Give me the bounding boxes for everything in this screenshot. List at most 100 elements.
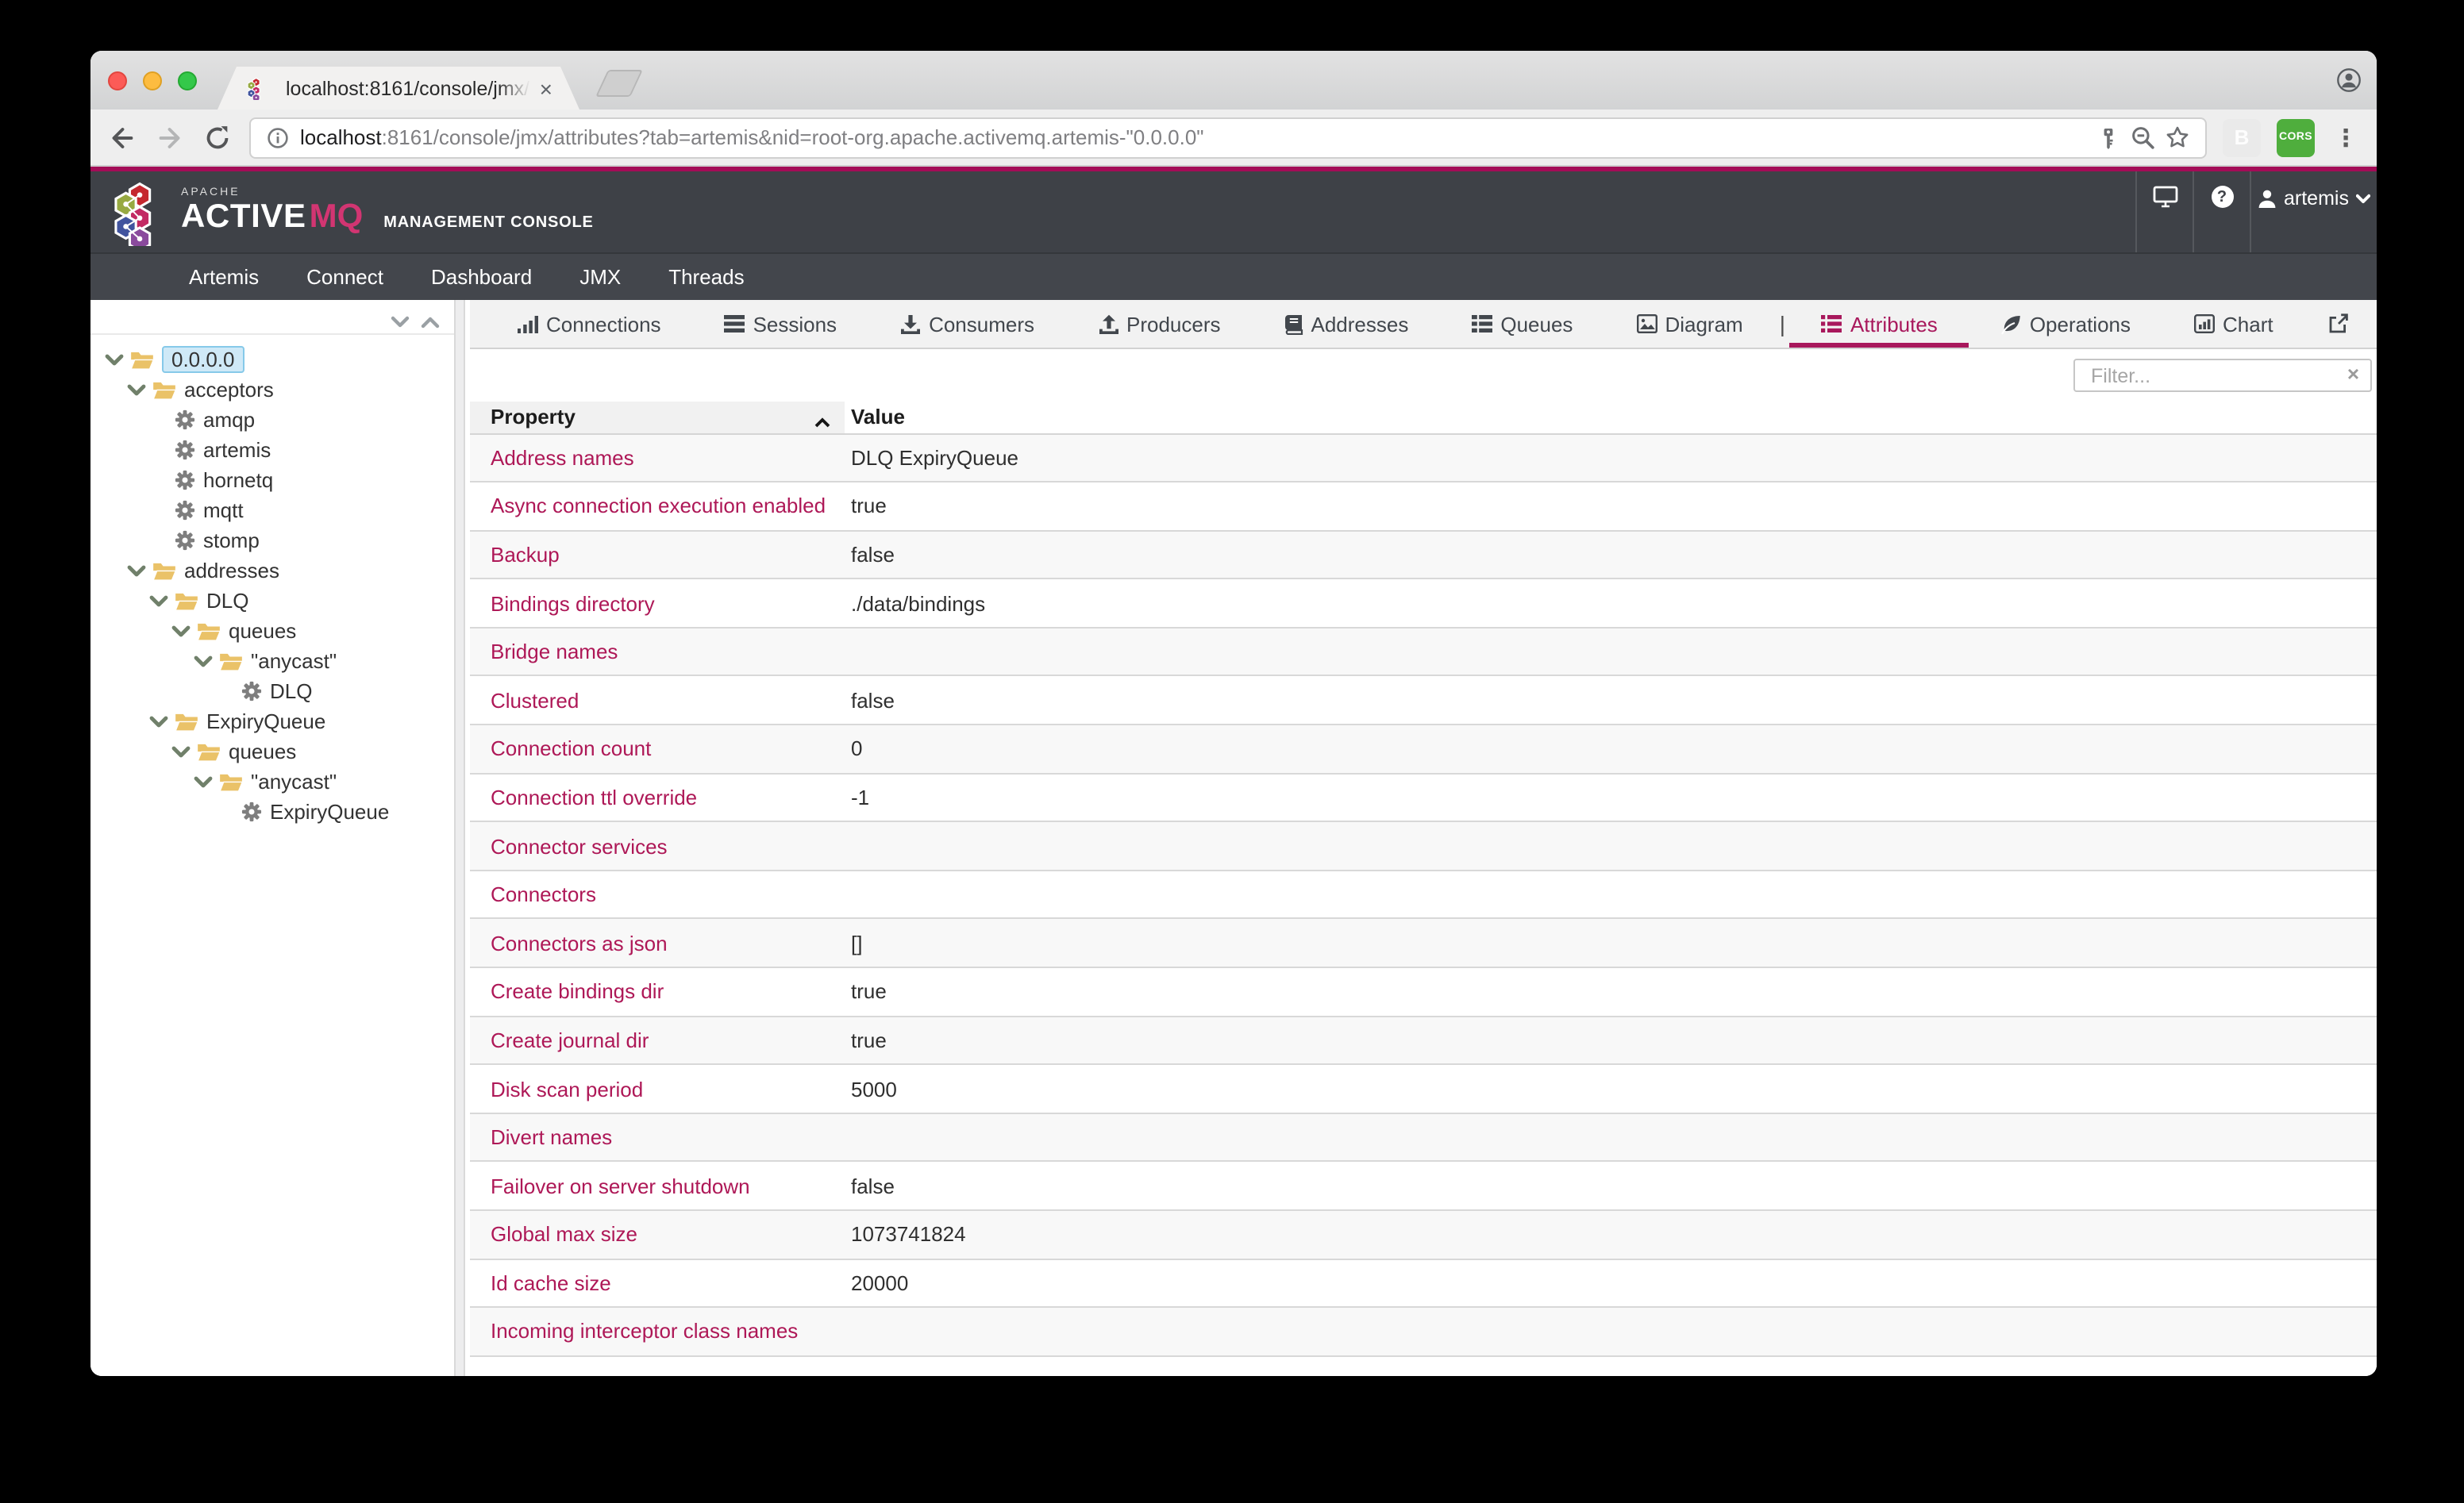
tree-chevron-icon[interactable] (171, 625, 191, 637)
tree-label[interactable]: mqtt (203, 498, 244, 522)
tree-scrollbar[interactable] (454, 300, 465, 1376)
tree-item-amqp[interactable]: amqp (90, 405, 454, 435)
property-link[interactable]: Connectors (470, 871, 845, 919)
new-tab-button[interactable] (595, 70, 643, 97)
tree-label[interactable]: DLQ (270, 679, 312, 703)
tree-label[interactable]: amqp (203, 408, 255, 432)
tree-chevron-icon[interactable] (127, 383, 146, 396)
tree-item-expiryqueue-queue[interactable]: ExpiryQueue (90, 797, 454, 827)
nav-item-threads[interactable]: Threads (645, 265, 768, 289)
property-link[interactable]: Async connection execution enabled (470, 482, 845, 530)
filter-clear-icon[interactable]: × (2347, 362, 2359, 386)
tree-label[interactable]: DLQ (206, 589, 248, 613)
tab-attributes[interactable]: Attributes (1790, 300, 1969, 348)
tab-consumers[interactable]: Consumers (868, 300, 1066, 348)
tab-sessions[interactable]: Sessions (693, 300, 869, 348)
minimize-window-button[interactable] (143, 71, 162, 90)
property-link[interactable]: Connectors as json (470, 919, 845, 967)
nav-item-connect[interactable]: Connect (283, 265, 407, 289)
tree-chevron-icon[interactable] (127, 564, 146, 577)
property-link[interactable]: Divert names (470, 1113, 845, 1162)
property-link[interactable]: Create bindings dir (470, 967, 845, 1016)
tree-label[interactable]: addresses (184, 559, 279, 582)
property-link[interactable]: Bindings directory (470, 579, 845, 628)
profile-icon[interactable] (2334, 65, 2362, 94)
nav-item-dashboard[interactable]: Dashboard (407, 265, 556, 289)
property-link[interactable]: Connection ttl override (470, 773, 845, 821)
tab-operations[interactable]: Operations (1969, 300, 2162, 348)
expand-all-button[interactable] (391, 308, 410, 336)
tree-label[interactable]: queues (229, 740, 296, 763)
tree-label[interactable]: "anycast" (251, 770, 337, 794)
tree-item-expiryqueue-address[interactable]: ExpiryQueue (90, 706, 454, 736)
tree-label[interactable]: acceptors (184, 378, 274, 402)
password-key-icon[interactable] (2097, 126, 2119, 148)
back-button[interactable] (106, 121, 138, 153)
property-link[interactable]: Incoming interceptor class names (470, 1307, 845, 1355)
property-link[interactable]: Global max size (470, 1210, 845, 1259)
info-icon[interactable] (267, 126, 289, 148)
tree-item-stomp[interactable]: stomp (90, 525, 454, 555)
tree-item-dlq-address[interactable]: DLQ (90, 586, 454, 616)
tree-item-0-0-0-0[interactable]: 0.0.0.0 (90, 344, 454, 375)
tab-close-icon[interactable]: × (540, 77, 552, 99)
tree-item-dlq-queue[interactable]: DLQ (90, 676, 454, 706)
tree-item-dlq-anycast[interactable]: "anycast" (90, 646, 454, 676)
tree-item-expiry-queues[interactable]: queues (90, 736, 454, 767)
tree-item-dlq-queues[interactable]: queues (90, 616, 454, 646)
tree-chevron-icon[interactable] (105, 353, 124, 366)
property-link[interactable]: Connection count (470, 725, 845, 773)
console-monitor-button[interactable] (2135, 171, 2193, 252)
tree-label[interactable]: stomp (203, 529, 260, 552)
tab-addresses[interactable]: Addresses (1253, 300, 1441, 348)
address-bar[interactable]: localhost:8161/console/jmx/attributes?ta… (249, 117, 2207, 158)
property-link[interactable]: Address names (470, 433, 845, 482)
tab-producers[interactable]: Producers (1066, 300, 1253, 348)
tab-queues[interactable]: Queues (1440, 300, 1604, 348)
tab-diagram[interactable]: Diagram (1604, 300, 1774, 348)
property-link[interactable]: Disk scan period (470, 1064, 845, 1113)
tree-label[interactable]: 0.0.0.0 (162, 346, 244, 373)
sort-ascending-icon[interactable] (814, 409, 830, 433)
tree-chevron-icon[interactable] (194, 655, 213, 667)
tree-chevron-icon[interactable] (149, 715, 168, 728)
tree-item-artemis[interactable]: artemis (90, 435, 454, 465)
column-header-value[interactable]: Value (845, 402, 2377, 433)
tab-connections[interactable]: Connections (486, 300, 693, 348)
fullscreen-button[interactable] (2372, 300, 2377, 348)
forward-button[interactable] (154, 121, 186, 153)
property-link[interactable]: Id cache size (470, 1259, 845, 1307)
extension-b-icon[interactable]: B (2223, 118, 2261, 156)
tree-label[interactable]: hornetq (203, 468, 273, 492)
user-menu[interactable]: artemis (2250, 171, 2377, 252)
tree-label[interactable]: ExpiryQueue (270, 800, 389, 824)
tab-chart[interactable]: Chart (2162, 300, 2305, 348)
column-header-property[interactable]: Property (470, 402, 845, 433)
filter-input[interactable] (2073, 359, 2372, 392)
nav-item-jmx[interactable]: JMX (556, 265, 645, 289)
tree-chevron-icon[interactable] (149, 594, 168, 607)
zoom-window-button[interactable] (178, 71, 197, 90)
tree-label[interactable]: artemis (203, 438, 271, 462)
collapse-all-button[interactable] (421, 308, 440, 336)
tree-item-acceptors[interactable]: acceptors (90, 375, 454, 405)
tree-item-expiry-anycast[interactable]: "anycast" (90, 767, 454, 797)
tree-label[interactable]: ExpiryQueue (206, 709, 325, 733)
bookmark-star-icon[interactable] (2166, 125, 2189, 149)
share-button[interactable] (2305, 300, 2372, 348)
tree-chevron-icon[interactable] (194, 775, 213, 788)
zoom-out-icon[interactable] (2131, 125, 2154, 149)
tree-chevron-icon[interactable] (171, 745, 191, 758)
tree-item-mqtt[interactable]: mqtt (90, 495, 454, 525)
property-link[interactable]: Backup (470, 530, 845, 579)
browser-tab[interactable]: localhost:8161/console/jmx/at × (218, 67, 579, 110)
property-link[interactable]: Create journal dir (470, 1016, 845, 1064)
property-link[interactable]: Clustered (470, 676, 845, 725)
browser-menu-icon[interactable]: ⋮ (2331, 123, 2361, 152)
property-link[interactable]: Connector services (470, 822, 845, 871)
close-window-button[interactable] (108, 71, 127, 90)
tree-item-hornetq[interactable]: hornetq (90, 465, 454, 495)
property-link[interactable]: Bridge names (470, 628, 845, 676)
property-link[interactable]: Failover on server shutdown (470, 1162, 845, 1210)
tree-label[interactable]: "anycast" (251, 649, 337, 673)
